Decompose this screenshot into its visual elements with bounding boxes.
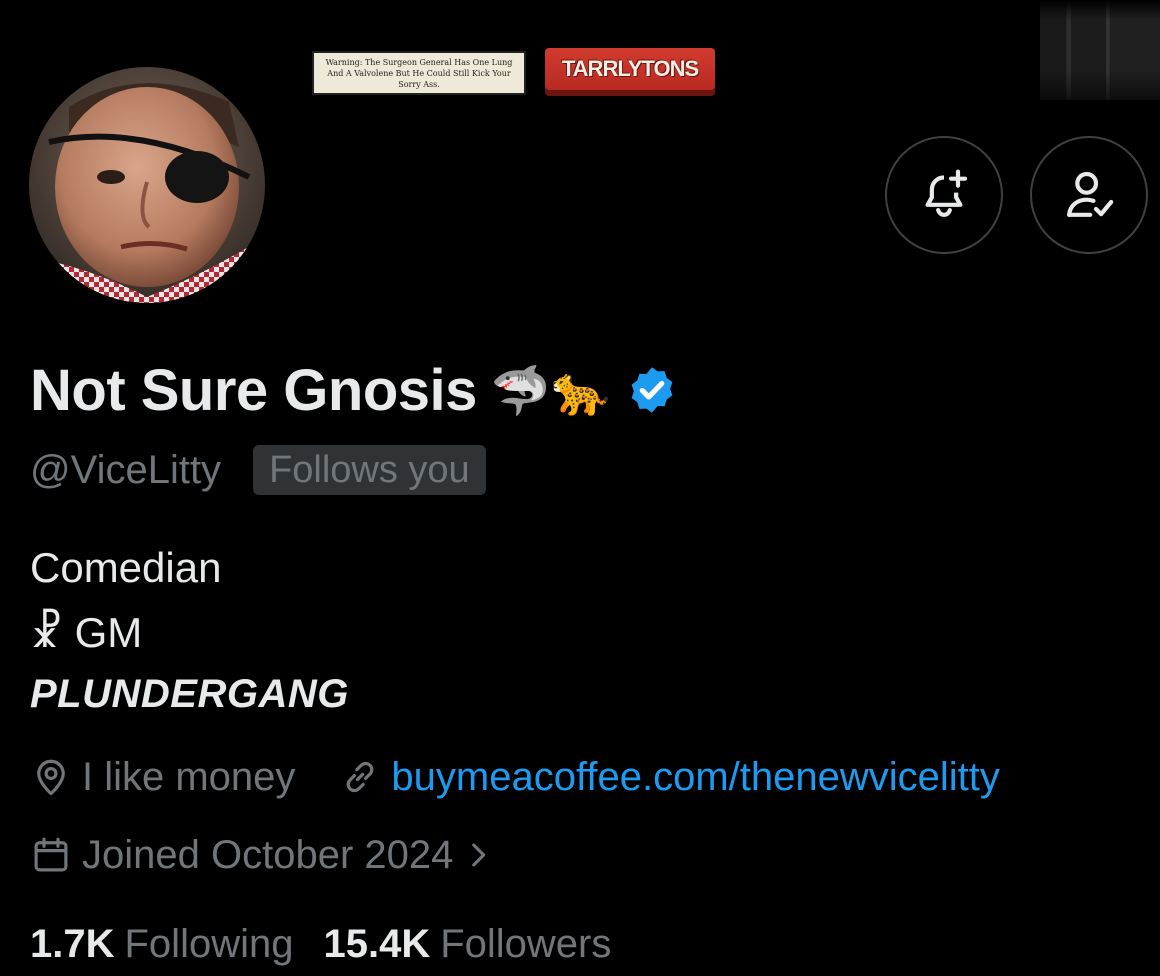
- bell-plus-icon: [925, 169, 968, 217]
- following-label: Following: [124, 921, 294, 966]
- bio-line-2: ☧ GM: [30, 609, 143, 656]
- location-pin-icon: [37, 759, 65, 796]
- user-handle: @ViceLitty: [30, 447, 222, 492]
- following-count: 1.7K: [30, 921, 115, 966]
- handle-row: @ViceLitty Follows you: [30, 444, 486, 496]
- notify-button[interactable]: [885, 136, 1003, 254]
- banner-warning-label: Warning: The Surgeon General Has One Lun…: [312, 51, 526, 95]
- joined-date: Joined October 2024: [82, 832, 454, 877]
- chevron-right-icon: [472, 843, 486, 867]
- following-button[interactable]: [1030, 136, 1148, 254]
- calendar-icon: [34, 837, 68, 872]
- display-name-row: Not Sure Gnosis 🦈🐆: [30, 350, 678, 430]
- link-icon: [347, 761, 374, 793]
- followers-label: Followers: [440, 921, 612, 966]
- joined-row[interactable]: Joined October 2024: [30, 830, 495, 880]
- name-emojis: 🦈🐆: [490, 362, 611, 419]
- banner-brand-logo: TARRLYTONS: [545, 48, 715, 90]
- website-link[interactable]: buymeacoffee.com/thenewvicelitty: [391, 755, 999, 800]
- verified-badge-icon[interactable]: [626, 364, 678, 416]
- bio-line-1: Comedian: [30, 544, 222, 591]
- bio-line-3: PLUNDERGANG: [30, 672, 349, 716]
- follows-you-badge: Follows you: [253, 445, 486, 495]
- followers-count: 15.4K: [323, 921, 431, 966]
- followers-stat[interactable]: 15.4K Followers: [323, 922, 611, 967]
- follow-stats: 1.7K Following 15.4K Followers: [30, 916, 611, 972]
- profile-page: Warning: The Surgeon General Has One Lun…: [0, 0, 1160, 976]
- profile-meta-row: I like money buymeacoffee.com/thenewvice…: [30, 752, 1000, 802]
- person-check-icon: [1067, 171, 1114, 217]
- location-text: I like money: [82, 754, 296, 799]
- banner-image-fragment: [1040, 0, 1160, 100]
- avatar[interactable]: [26, 64, 268, 306]
- display-name: Not Sure Gnosis: [30, 357, 477, 423]
- following-stat[interactable]: 1.7K Following: [30, 922, 293, 967]
- avatar-photo: [29, 67, 265, 303]
